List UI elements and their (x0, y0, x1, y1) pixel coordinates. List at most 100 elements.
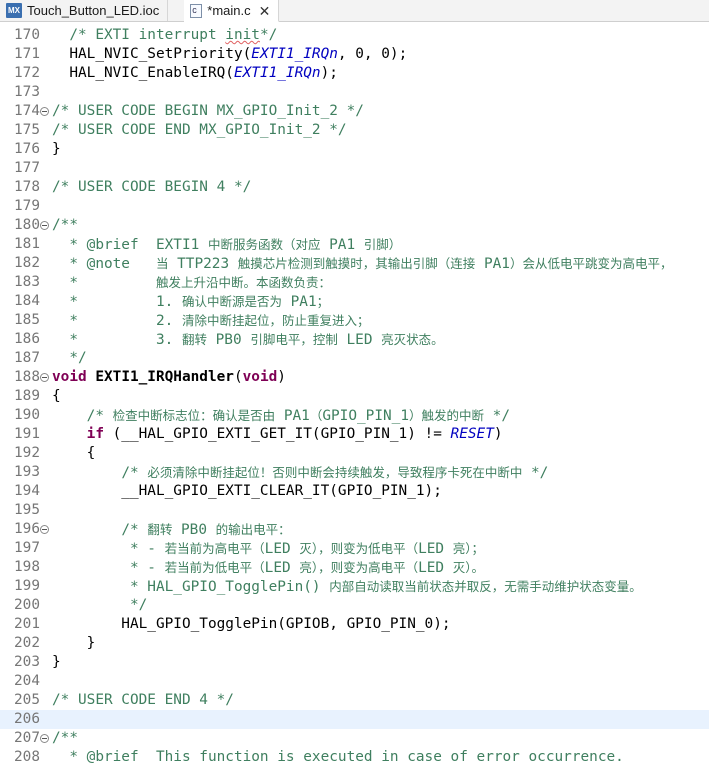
line-number: 185 (14, 312, 40, 328)
code-line[interactable]: 183 * 触发上升沿中断。本函数负责： (0, 273, 709, 292)
code-line[interactable]: 174 /* USER CODE BEGIN MX_GPIO_Init_2 */ (0, 102, 709, 121)
code-line[interactable]: 208 * @brief This function is executed i… (0, 748, 709, 767)
code-line[interactable]: 182 * @note 当 TTP223 触摸芯片检测到触摸时，其输出引脚（连接… (0, 254, 709, 273)
line-number: 205 (14, 692, 40, 708)
code-line[interactable]: 202 } (0, 634, 709, 653)
code-line[interactable]: 173 (0, 83, 709, 102)
fold-toggle-icon[interactable] (40, 525, 49, 534)
code-line[interactable]: 179 (0, 197, 709, 216)
code-line[interactable]: 200 */ (0, 596, 709, 615)
line-number: 178 (14, 179, 40, 195)
code-line[interactable]: 184 * 1. 确认中断源是否为 PA1； (0, 292, 709, 311)
line-number: 207 (14, 730, 40, 746)
line-number: 208 (14, 749, 40, 765)
code-line[interactable]: 180 /** (0, 216, 709, 235)
code-text: * 2. 清除中断挂起位，防止重复进入； (52, 313, 370, 329)
code-line[interactable]: 199 * HAL_GPIO_TogglePin() 内部自动读取当前状态并取反… (0, 577, 709, 596)
code-text: * HAL_GPIO_TogglePin() 内部自动读取当前状态并取反，无需手… (52, 579, 642, 595)
code-line[interactable]: 185 * 2. 清除中断挂起位，防止重复进入； (0, 311, 709, 330)
code-line[interactable]: 188 void EXTI1_IRQHandler(void) (0, 368, 709, 387)
line-number: 179 (14, 198, 40, 214)
code-line[interactable]: 203} (0, 653, 709, 672)
code-line[interactable]: 175 /* USER CODE END MX_GPIO_Init_2 */ (0, 121, 709, 140)
code-line[interactable]: 205 /* USER CODE END 4 */ (0, 691, 709, 710)
code-text: /* USER CODE BEGIN MX_GPIO_Init_2 */ (52, 103, 364, 119)
code-line[interactable]: 204 (0, 672, 709, 691)
code-line[interactable]: 186 * 3. 翻转 PB0 引脚电平，控制 LED 亮灭状态。 (0, 330, 709, 349)
code-text: HAL_NVIC_EnableIRQ(EXTI1_IRQn); (52, 65, 338, 81)
editor-tab-bar: MX Touch_Button_LED.ioc c *main.c ✕ (0, 0, 709, 22)
close-icon[interactable]: ✕ (259, 4, 271, 18)
code-line[interactable]: 198 * - 若当前为低电平（LED 亮），则变为高电平（LED 灭）。 (0, 558, 709, 577)
code-text: __HAL_GPIO_EXTI_CLEAR_IT(GPIO_PIN_1); (52, 483, 442, 499)
code-line[interactable]: 190 /* 检查中断标志位：确认是否由 PA1（GPIO_PIN_1）触发的中… (0, 406, 709, 425)
code-line[interactable]: 194 __HAL_GPIO_EXTI_CLEAR_IT(GPIO_PIN_1)… (0, 482, 709, 501)
tab-label: *main.c (207, 3, 251, 18)
code-text: * @note 当 TTP223 触摸芯片检测到触摸时，其输出引脚（连接 PA1… (52, 256, 673, 272)
line-number: 202 (14, 635, 40, 651)
tab-main-c[interactable]: c *main.c ✕ (184, 0, 280, 22)
fold-toggle-icon[interactable] (40, 107, 49, 116)
code-text: /* 翻转 PB0 的输出电平： (121, 522, 291, 538)
code-text: { (52, 388, 61, 404)
code-line[interactable]: 187 */ (0, 349, 709, 368)
line-number: 201 (14, 616, 40, 632)
line-number: 196 (14, 521, 40, 537)
code-line[interactable]: 207 /** (0, 729, 709, 748)
code-text: /* USER CODE BEGIN 4 */ (52, 179, 252, 195)
line-number: 194 (14, 483, 40, 499)
code-text: HAL_NVIC_SetPriority(EXTI1_IRQn, 0, 0); (52, 46, 408, 62)
code-line[interactable]: 189 { (0, 387, 709, 406)
line-number: 172 (14, 65, 40, 81)
code-line[interactable]: 177 (0, 159, 709, 178)
code-text: */ (52, 350, 87, 366)
code-text: /* USER CODE END MX_GPIO_Init_2 */ (52, 122, 347, 138)
tab-touch-button-led-ioc[interactable]: MX Touch_Button_LED.ioc (0, 0, 169, 21)
c-file-icon: c (190, 3, 203, 18)
line-number: 174 (14, 103, 40, 119)
code-line[interactable]: 192 { (0, 444, 709, 463)
code-line[interactable]: 170 /* EXTI interrupt init*/ (0, 26, 709, 45)
fold-toggle-icon[interactable] (40, 373, 49, 382)
code-line[interactable]: 201 HAL_GPIO_TogglePin(GPIOB, GPIO_PIN_0… (0, 615, 709, 634)
code-text: /* USER CODE END 4 */ (52, 692, 234, 708)
line-number: 189 (14, 388, 40, 404)
line-number: 204 (14, 673, 40, 689)
code-line[interactable]: 191 if (__HAL_GPIO_EXTI_GET_IT(GPIO_PIN_… (0, 425, 709, 444)
line-number: 176 (14, 141, 40, 157)
code-line[interactable]: 181 * @brief EXTI1 中断服务函数（对应 PA1 引脚） (0, 235, 709, 254)
line-number: 181 (14, 236, 40, 252)
line-number: 183 (14, 274, 40, 290)
tab-label: Touch_Button_LED.ioc (27, 3, 160, 18)
code-text: /* 检查中断标志位：确认是否由 PA1（GPIO_PIN_1）触发的中断 */ (86, 408, 510, 424)
code-text: void EXTI1_IRQHandler(void) (52, 369, 286, 385)
code-text: */ (52, 597, 148, 613)
line-number: 173 (14, 84, 40, 100)
code-editor[interactable]: 170 /* EXTI interrupt init*/171 HAL_NVIC… (0, 22, 709, 784)
code-line[interactable]: 171 HAL_NVIC_SetPriority(EXTI1_IRQn, 0, … (0, 45, 709, 64)
fold-toggle-icon[interactable] (40, 734, 49, 743)
code-text: * 触发上升沿中断。本函数负责： (52, 275, 331, 291)
line-number: 182 (14, 255, 40, 271)
line-number: 199 (14, 578, 40, 594)
line-number: 192 (14, 445, 40, 461)
line-number: 195 (14, 502, 40, 518)
code-line[interactable]: 195 (0, 501, 709, 520)
code-line[interactable]: 206 (0, 710, 709, 729)
code-text: * @brief EXTI1 中断服务函数（对应 PA1 引脚） (52, 237, 402, 253)
line-number: 170 (14, 27, 40, 43)
line-number: 186 (14, 331, 40, 347)
code-line[interactable]: 178 /* USER CODE BEGIN 4 */ (0, 178, 709, 197)
code-line[interactable]: 172 HAL_NVIC_EnableIRQ(EXTI1_IRQn); (0, 64, 709, 83)
line-number: 198 (14, 559, 40, 575)
code-text: /* 必须清除中断挂起位！否则中断会持续触发，导致程序卡死在中断中 */ (121, 465, 549, 481)
code-text: { (52, 445, 96, 461)
code-text: } (52, 141, 61, 157)
code-line[interactable]: 176} (0, 140, 709, 159)
code-line[interactable]: 197 * - 若当前为高电平（LED 灭），则变为低电平（LED 亮）； (0, 539, 709, 558)
code-line[interactable]: 193 /* 必须清除中断挂起位！否则中断会持续触发，导致程序卡死在中断中 */ (0, 463, 709, 482)
fold-toggle-icon[interactable] (40, 221, 49, 230)
line-number: 190 (14, 407, 40, 423)
mx-icon: MX (6, 3, 22, 18)
code-line[interactable]: 196 /* 翻转 PB0 的输出电平： (0, 520, 709, 539)
